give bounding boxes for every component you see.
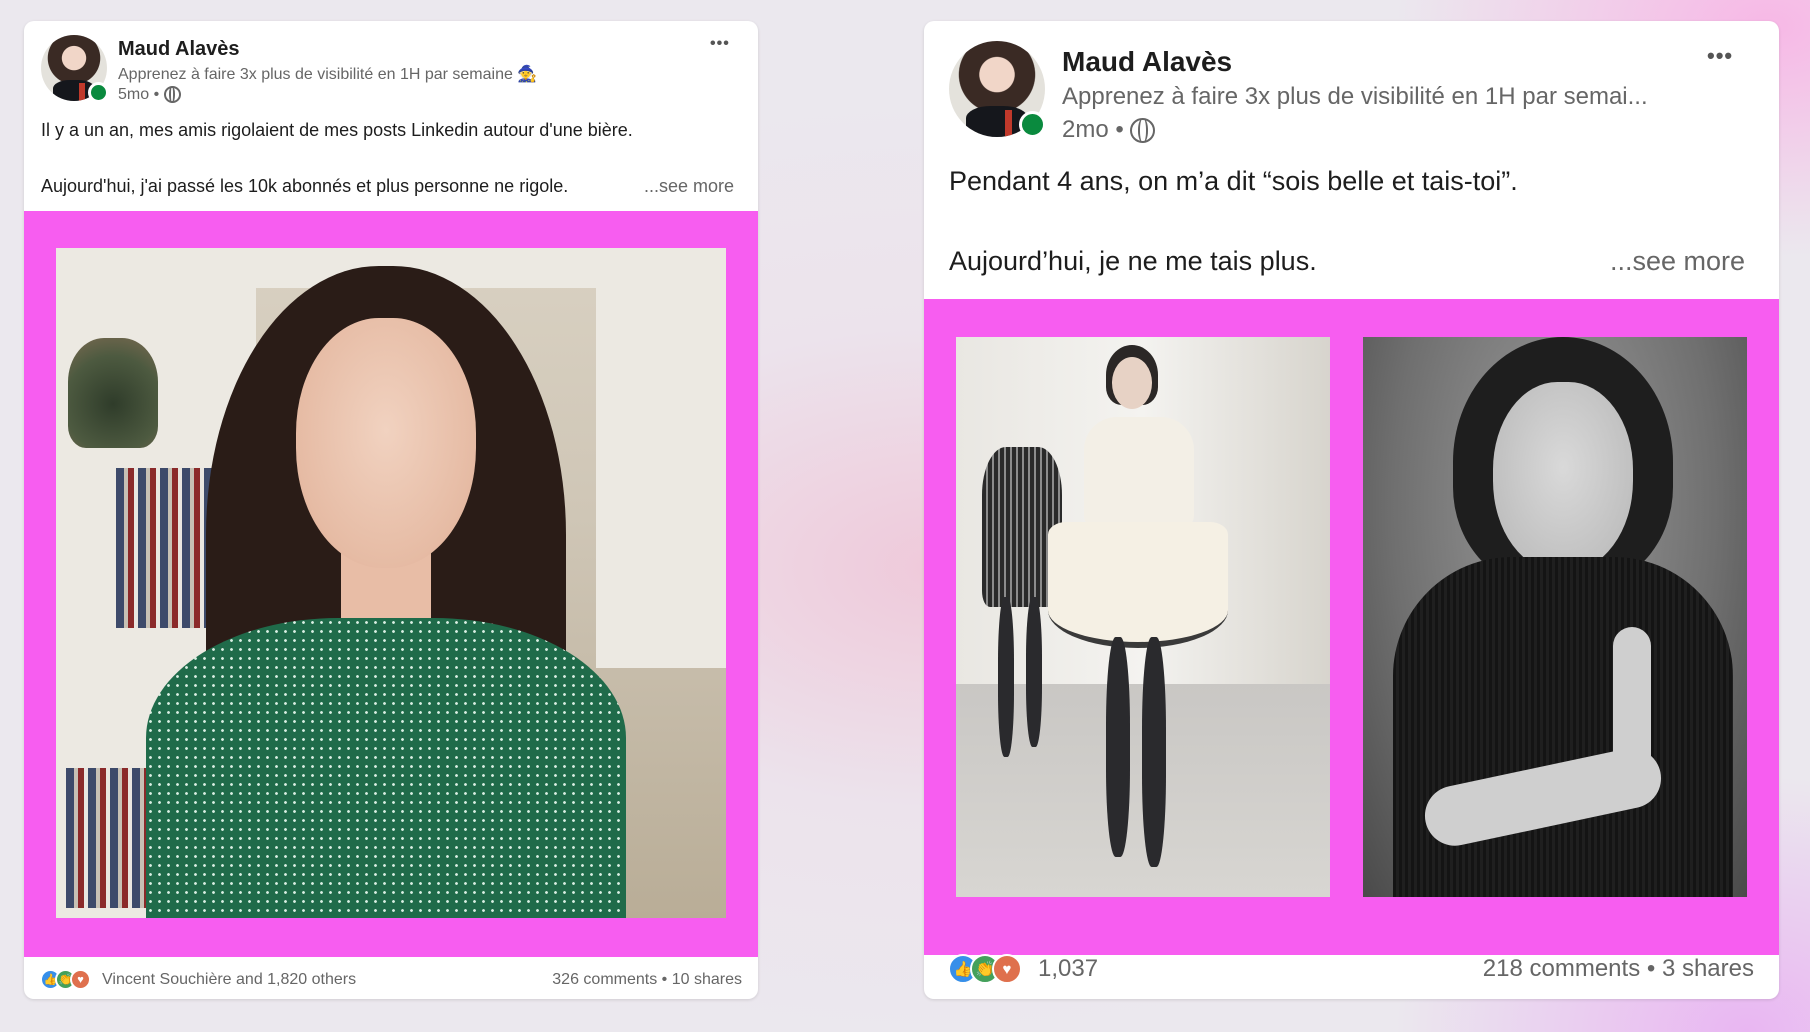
ellipsis-icon[interactable]: •••: [1707, 43, 1733, 69]
post-time: 5mo: [118, 86, 150, 103]
meta-separator: •: [1115, 116, 1124, 143]
comments-count[interactable]: 326 comments: [552, 971, 657, 988]
linkedin-post-card-1: Maud Alavès Apprenez à faire 3x plus de …: [24, 21, 758, 999]
see-more-link[interactable]: ...see more: [644, 176, 734, 197]
love-reaction-icon: ♥: [992, 954, 1022, 984]
post-text-line-1: Il y a un an, mes amis rigolaient de mes…: [41, 120, 633, 140]
post-image-frame[interactable]: [924, 299, 1779, 955]
post-meta: 2mo •: [1062, 116, 1156, 144]
see-more-link[interactable]: ...see more: [1610, 246, 1745, 277]
author-headline: Apprenez à faire 3x plus de visibilité e…: [118, 66, 538, 83]
meta-separator: •: [153, 86, 160, 103]
author-name[interactable]: Maud Alavès: [1062, 46, 1232, 78]
post-photo-runway[interactable]: [956, 337, 1330, 897]
shares-count[interactable]: 3 shares: [1662, 955, 1754, 982]
author-headline: Apprenez à faire 3x plus de visibilité e…: [1062, 83, 1648, 110]
post-photo-portrait[interactable]: [56, 248, 726, 918]
reactions-count[interactable]: Vincent Souchière and 1,820 others: [102, 971, 356, 989]
love-reaction-icon: ♥: [70, 969, 91, 990]
linkedin-post-card-2: Maud Alavès Apprenez à faire 3x plus de …: [924, 21, 1779, 999]
online-status-dot: [88, 82, 109, 103]
post-photo-bw-portrait[interactable]: [1363, 337, 1747, 897]
shares-count[interactable]: 10 shares: [672, 971, 742, 988]
reaction-icons[interactable]: 👍 👏 ♥: [40, 969, 91, 990]
ellipsis-icon[interactable]: •••: [710, 35, 730, 53]
reaction-icons[interactable]: 👍 👏 ♥: [948, 954, 1022, 984]
footer-dot: •: [1646, 955, 1656, 982]
post-image-frame[interactable]: [24, 211, 758, 957]
footer-dot: •: [661, 971, 668, 988]
reactions-count[interactable]: 1,037: [1038, 955, 1098, 983]
online-status-dot: [1019, 111, 1046, 138]
post-meta: 5mo •: [118, 86, 181, 104]
engagement-counts: 326 comments • 10 shares: [552, 971, 742, 989]
post-text-line-2: Aujourd’hui, je ne me tais plus.: [949, 246, 1317, 276]
post-text-line-1: Pendant 4 ans, on m’a dit “sois belle et…: [949, 166, 1518, 196]
post-time: 2mo: [1062, 116, 1109, 143]
globe-icon: [163, 86, 181, 104]
comments-count[interactable]: 218 comments: [1483, 955, 1640, 982]
globe-icon: [1130, 118, 1156, 144]
engagement-counts: 218 comments • 3 shares: [1483, 955, 1754, 983]
author-name[interactable]: Maud Alavès: [118, 38, 240, 61]
post-text-line-2: Aujourd'hui, j'ai passé les 10k abonnés …: [41, 176, 569, 196]
